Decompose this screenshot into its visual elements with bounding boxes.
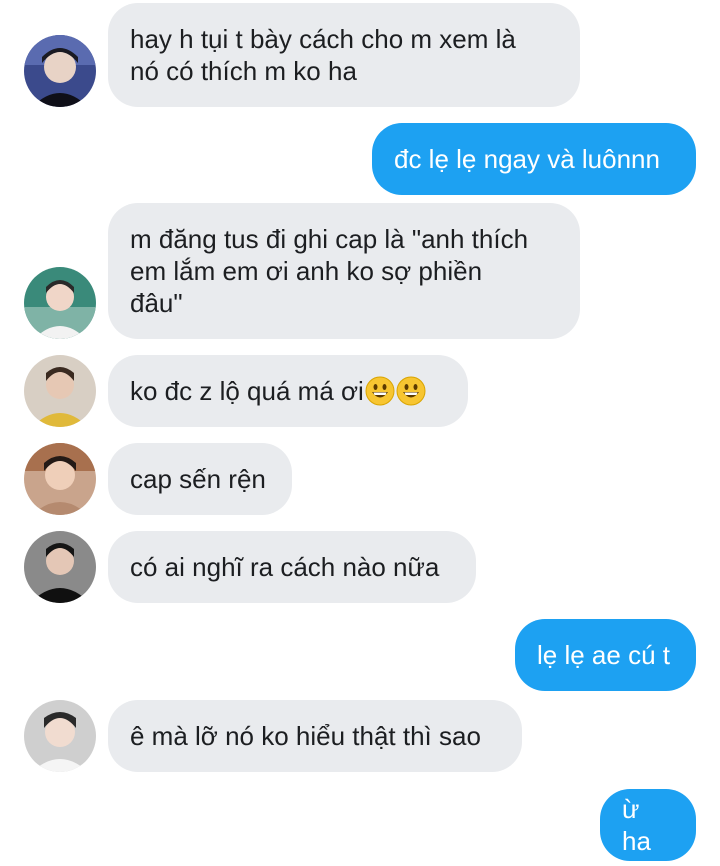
avatar[interactable] — [24, 700, 96, 772]
message-bubble[interactable]: ko đc z lộ quá má ơi — [108, 355, 468, 427]
message-text: cap sến rện — [130, 464, 266, 494]
message-text: ko đc z lộ quá má ơi — [130, 376, 364, 406]
message-text: hay h tụi t bày cách cho m xem là nó có … — [130, 24, 516, 86]
grinning-face-icon — [365, 376, 395, 406]
message-text: có ai nghĩ ra cách nào nữa — [130, 552, 440, 582]
message-text: m đăng tus đi ghi cap là "anh thích em l… — [130, 224, 529, 318]
message-bubble[interactable]: hay h tụi t bày cách cho m xem là nó có … — [108, 3, 580, 107]
message-text: ê mà lỡ nó ko hiểu thật thì sao — [130, 721, 481, 751]
message-bubble[interactable]: đc lẹ lẹ ngay và luônnn — [372, 123, 696, 195]
avatar[interactable] — [24, 355, 96, 427]
message-bubble[interactable]: lẹ lẹ ae cú t — [515, 619, 696, 691]
message-bubble[interactable]: có ai nghĩ ra cách nào nữa — [108, 531, 476, 603]
message-bubble[interactable]: m đăng tus đi ghi cap là "anh thích em l… — [108, 203, 580, 339]
message-bubble[interactable]: ê mà lỡ nó ko hiểu thật thì sao — [108, 700, 522, 772]
grinning-face-icon — [396, 376, 426, 406]
avatar[interactable] — [24, 35, 96, 107]
message-bubble[interactable]: ừ ha — [600, 789, 696, 861]
message-text: lẹ lẹ ae cú t — [537, 640, 670, 670]
message-text: đc lẹ lẹ ngay và luônnn — [394, 144, 660, 174]
avatar[interactable] — [24, 267, 96, 339]
avatar[interactable] — [24, 443, 96, 515]
message-text: ừ ha — [622, 794, 651, 856]
avatar[interactable] — [24, 531, 96, 603]
message-bubble[interactable]: cap sến rện — [108, 443, 292, 515]
